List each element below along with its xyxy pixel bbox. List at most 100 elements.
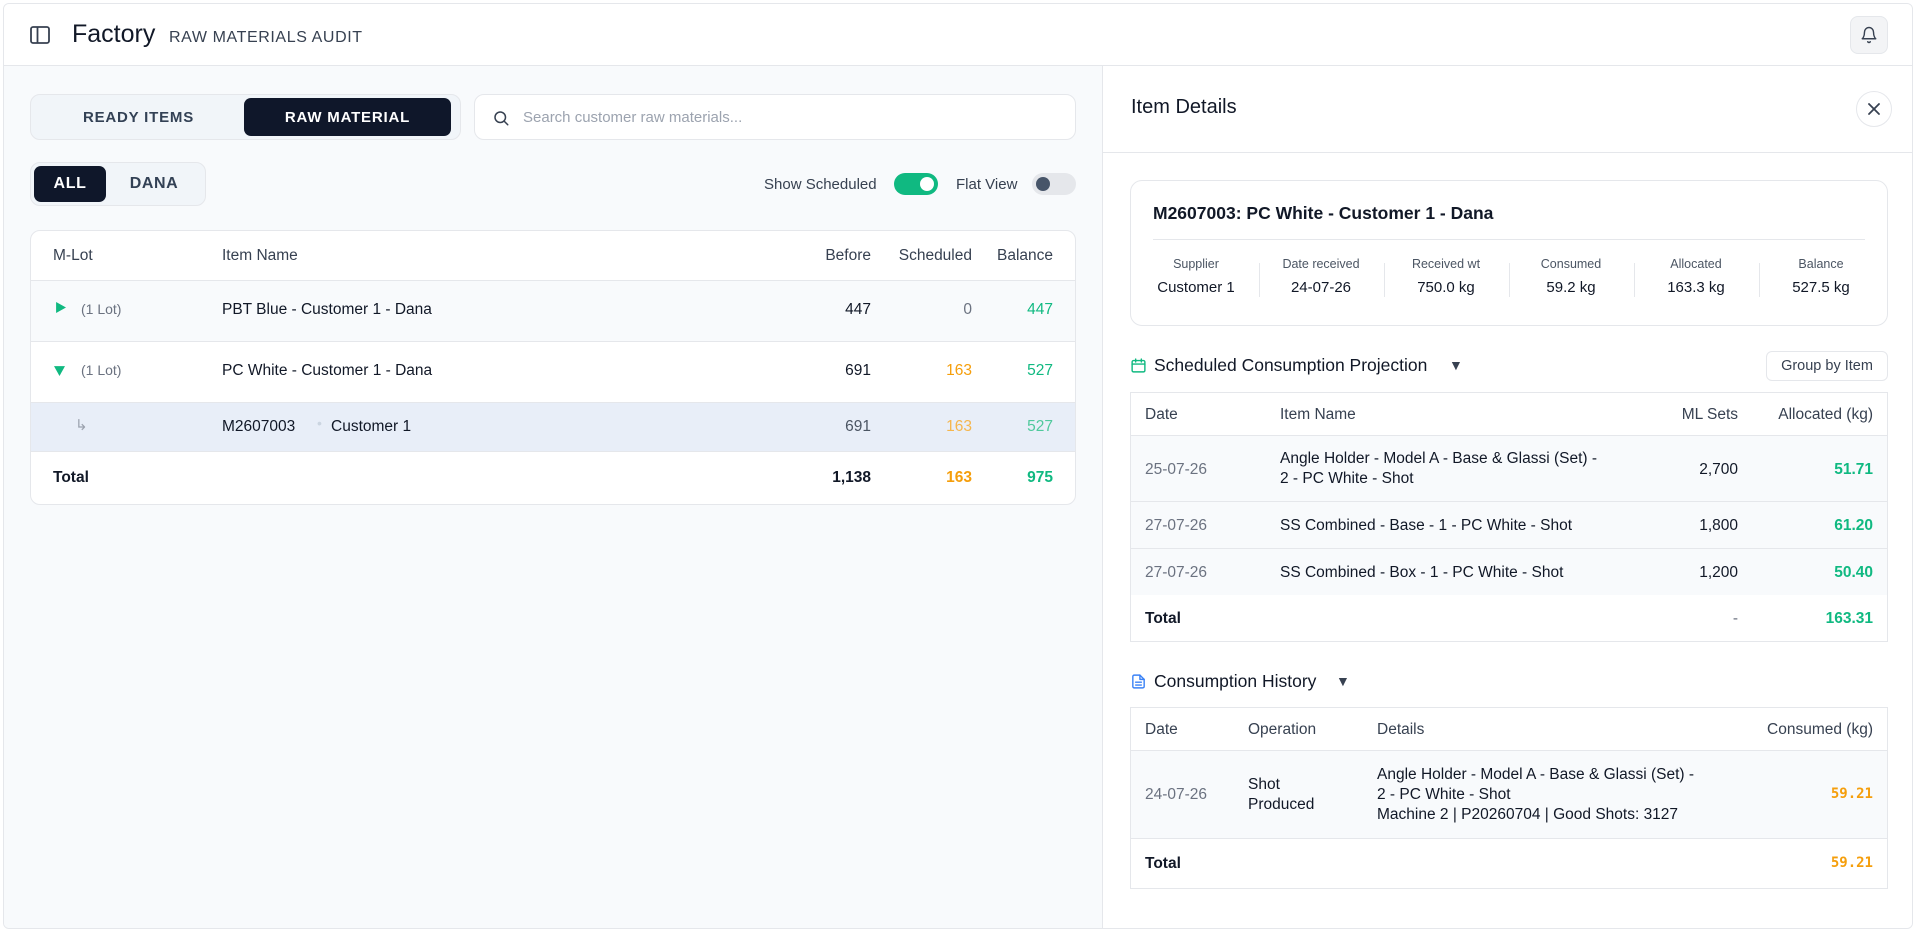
- item-details-panel: Item Details M2607003: PC White - Custom…: [1102, 66, 1912, 928]
- scheduled-value: 163: [946, 418, 972, 435]
- row-date: 25-07-26: [1145, 461, 1208, 478]
- collapse-icon[interactable]: [54, 363, 65, 381]
- lot-row-selected[interactable]: ↳ M2607003 • Customer 1 691 163 527: [31, 403, 1075, 452]
- close-icon: [1868, 103, 1880, 115]
- before-value: 447: [845, 301, 871, 318]
- table-row[interactable]: 27-07-26 SS Combined - Base - 1 - PC Whi…: [1131, 502, 1887, 549]
- col-m-lot: M-Lot: [53, 247, 93, 264]
- row-item-name-line1: SS Combined - Box - 1 - PC White - Shot: [1280, 564, 1564, 581]
- before-value: 691: [845, 418, 871, 435]
- total-scheduled: 163: [946, 469, 972, 486]
- collapse-toggle-icon[interactable]: ▼: [1336, 673, 1350, 689]
- total-label: Total: [1145, 855, 1181, 872]
- col-item-name: Item Name: [1280, 406, 1356, 423]
- table-row[interactable]: 27-07-26 SS Combined - Box - 1 - PC Whit…: [1131, 549, 1887, 596]
- col-ml-sets: ML Sets: [1681, 406, 1738, 423]
- row-allocated: 51.71: [1834, 461, 1873, 478]
- stat-value: 163.3 kg: [1667, 279, 1725, 296]
- table-header: Date Operation Details Consumed (kg): [1131, 708, 1887, 751]
- row-ml-sets: 1,800: [1699, 517, 1738, 534]
- col-scheduled: Scheduled: [898, 247, 972, 264]
- stat-consumed: Consumed 59.2 kg: [1509, 257, 1633, 296]
- table-total-row: Total 1,138 163 975: [31, 452, 1075, 504]
- total-label: Total: [53, 469, 89, 486]
- history-section-header: Consumption History ▼: [1130, 667, 1888, 697]
- before-value: 691: [845, 362, 871, 379]
- filter-dana[interactable]: DANA: [108, 166, 200, 202]
- total-label: Total: [1145, 610, 1181, 627]
- balance-value: 527: [1027, 362, 1053, 379]
- bell-icon: [1861, 26, 1877, 44]
- show-scheduled-label: Show Scheduled: [764, 176, 877, 193]
- col-item-name: Item Name: [222, 247, 298, 264]
- stat-label: Consumed: [1540, 257, 1602, 271]
- row-date: 27-07-26: [1145, 564, 1208, 581]
- show-scheduled-toggle[interactable]: [894, 173, 938, 195]
- col-date: Date: [1145, 721, 1178, 738]
- notifications-button[interactable]: [1850, 16, 1888, 54]
- table-header: Date Item Name ML Sets Allocated (kg): [1131, 393, 1887, 436]
- filter-all[interactable]: ALL: [34, 166, 106, 202]
- details-title: Item Details: [1131, 96, 1237, 118]
- divider: [1153, 239, 1865, 240]
- close-button[interactable]: [1856, 91, 1892, 127]
- scheduled-value: 0: [963, 301, 972, 318]
- dot-separator: •: [317, 415, 322, 431]
- lot-customer: Customer 1: [331, 418, 412, 435]
- history-title: Consumption History: [1154, 671, 1317, 691]
- table-total-row: Total 59.21: [1131, 839, 1887, 889]
- total-balance: 975: [1027, 469, 1053, 486]
- search-box: [474, 94, 1076, 140]
- collapse-toggle-icon[interactable]: ▼: [1449, 357, 1463, 373]
- app-window: Factory RAW MATERIALS AUDIT READY ITEMS …: [3, 3, 1913, 929]
- row-item-name-line1: Angle Holder - Model A - Base & Glassi (…: [1280, 450, 1598, 467]
- toggle-knob: [1036, 177, 1050, 191]
- row-ml-sets: 2,700: [1699, 461, 1738, 478]
- sidebar-toggle-icon[interactable]: [28, 23, 52, 47]
- balance-value: 527: [1027, 418, 1053, 435]
- projection-table: Date Item Name ML Sets Allocated (kg) 25…: [1130, 392, 1888, 606]
- expand-icon[interactable]: [55, 300, 66, 318]
- projection-title: Scheduled Consumption Projection: [1154, 355, 1428, 375]
- history-table: Date Operation Details Consumed (kg) 24-…: [1130, 707, 1888, 889]
- projection-total: Total - 163.31: [1130, 595, 1888, 642]
- stat-label: Supplier: [1173, 257, 1219, 271]
- tab-ready-items[interactable]: READY ITEMS: [35, 98, 242, 136]
- app-title: Factory: [72, 20, 156, 48]
- group-by-item-button[interactable]: Group by Item: [1766, 351, 1888, 381]
- customer-filter: ALL DANA: [30, 162, 206, 206]
- top-bar: Factory RAW MATERIALS AUDIT: [4, 4, 1912, 66]
- details-header: Item Details: [1103, 66, 1912, 153]
- calendar-icon: [1131, 358, 1146, 373]
- stat-label: Allocated: [1670, 257, 1722, 271]
- search-input[interactable]: [523, 105, 1063, 129]
- stat-date-received: Date received 24-07-26: [1259, 257, 1383, 296]
- stat-label: Balance: [1798, 257, 1844, 271]
- table-row[interactable]: (1 Lot) PC White - Customer 1 - Dana 691…: [31, 342, 1075, 403]
- row-operation-line2: Produced: [1248, 796, 1315, 813]
- page-subtitle: RAW MATERIALS AUDIT: [169, 29, 363, 46]
- stat-value: 24-07-26: [1290, 279, 1352, 296]
- flat-view-toggle[interactable]: [1032, 173, 1076, 195]
- col-before: Before: [825, 247, 871, 264]
- table-row[interactable]: (1 Lot) PBT Blue - Customer 1 - Dana 447…: [31, 281, 1075, 342]
- total-before: 1,138: [832, 469, 871, 486]
- search-icon: [494, 111, 509, 126]
- toggle-knob: [920, 177, 934, 191]
- table-row[interactable]: 24-07-26 Shot Produced Angle Holder - Mo…: [1131, 751, 1887, 839]
- balance-value: 447: [1027, 301, 1053, 318]
- row-operation-line1: Shot: [1248, 776, 1280, 793]
- table-row[interactable]: 25-07-26 Angle Holder - Model A - Base &…: [1131, 436, 1887, 502]
- raw-materials-table: M-Lot Item Name Before Scheduled Balance…: [30, 230, 1076, 505]
- row-details-line1: Angle Holder - Model A - Base & Glassi (…: [1377, 766, 1695, 783]
- total-allocated: 163.31: [1825, 610, 1873, 627]
- tab-raw-material[interactable]: RAW MATERIAL: [244, 98, 451, 136]
- materials-panel: READY ITEMS RAW MATERIAL ALL DANA Show S…: [4, 66, 1102, 928]
- table-header: M-Lot Item Name Before Scheduled Balance: [31, 231, 1075, 281]
- col-consumed: Consumed (kg): [1767, 721, 1873, 738]
- lot-code: M2607003:: [1153, 203, 1242, 223]
- row-details-line3: Machine 2 | P20260704 | Good Shots: 3127: [1377, 806, 1679, 823]
- stat-allocated: Allocated 163.3 kg: [1634, 257, 1758, 296]
- row-allocated: 61.20: [1834, 517, 1873, 534]
- row-item-name-line1: SS Combined - Base - 1 - PC White - Shot: [1280, 517, 1573, 534]
